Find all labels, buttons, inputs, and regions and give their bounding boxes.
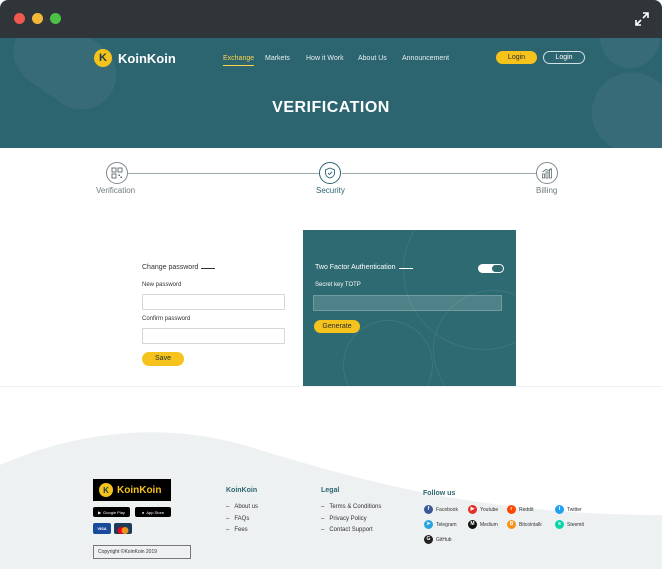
two-factor-title: Two Factor Authentication: [315, 264, 396, 271]
social-link-twitter[interactable]: t Twitter: [555, 505, 582, 514]
nav-markets[interactable]: Markets: [265, 55, 290, 62]
nav-how-it-work[interactable]: How it Work: [306, 55, 344, 62]
twitter-icon: t: [555, 505, 564, 514]
apple-icon: ●: [141, 509, 145, 515]
change-password-title: Change password: [142, 264, 199, 271]
koin-coin-icon: K: [99, 483, 113, 497]
secret-key-label: Secret key TOTP: [315, 282, 361, 288]
section-divider: [0, 386, 662, 387]
login-button[interactable]: Login: [496, 51, 537, 64]
google-play-icon: ▶: [98, 509, 102, 515]
footer-link-fees[interactable]: Fees: [226, 527, 247, 533]
secret-key-input[interactable]: [313, 295, 502, 311]
step-connector: [128, 173, 319, 174]
social-label: GitHub: [436, 536, 452, 543]
youtube-icon: ▶: [468, 505, 477, 514]
expand-icon[interactable]: [634, 11, 650, 27]
google-play-label: Google Play: [103, 509, 125, 515]
page-title: VERIFICATION: [272, 99, 390, 116]
steemit-icon: s: [555, 520, 564, 529]
footer-link-privacy[interactable]: Privacy Policy: [321, 516, 366, 522]
qr-code-icon: [111, 167, 123, 179]
brand-logo[interactable]: K KoinKoin: [94, 49, 176, 67]
close-window-button[interactable]: [14, 13, 25, 24]
reddit-icon: r: [507, 505, 516, 514]
heading-underline: [201, 268, 216, 269]
footer-logo[interactable]: K KoinKoin: [93, 479, 171, 501]
nav-announcement[interactable]: Announcement: [402, 55, 449, 62]
brand-name: KoinKoin: [118, 50, 176, 66]
nav-about-us[interactable]: About Us: [358, 55, 387, 62]
step-security[interactable]: [319, 162, 341, 184]
shield-icon: [325, 167, 335, 179]
social-link-telegram[interactable]: ➤ Telegram: [424, 520, 457, 529]
social-label: Bitcointalk: [519, 521, 542, 528]
google-play-badge[interactable]: ▶ Google Play: [93, 507, 130, 517]
footer-brand-name: KoinKoin: [117, 484, 162, 496]
social-label: Facebook: [436, 506, 458, 513]
step-billing[interactable]: [536, 162, 558, 184]
two-factor-heading: Two Factor Authentication: [315, 264, 413, 271]
confirm-password-label: Confirm password: [142, 316, 191, 322]
social-link-medium[interactable]: M Medium: [468, 520, 498, 529]
footer-link-faqs[interactable]: FAQs: [226, 516, 249, 522]
maximize-window-button[interactable]: [50, 13, 61, 24]
new-password-label: New password: [142, 282, 182, 288]
confirm-password-input[interactable]: [142, 328, 285, 344]
two-factor-panel: Two Factor Authentication Secret key TOT…: [303, 230, 516, 386]
save-button[interactable]: Save: [142, 352, 184, 366]
footer-link-terms[interactable]: Terms & Conditions: [321, 504, 381, 510]
step-label-security: Security: [316, 186, 345, 195]
window-titlebar: [0, 0, 662, 38]
github-icon: G: [424, 535, 433, 544]
step-verification[interactable]: [106, 162, 128, 184]
follow-us-heading: Follow us: [423, 490, 456, 497]
social-label: Telegram: [436, 521, 457, 528]
new-password-input[interactable]: [142, 294, 285, 310]
social-label: Reddit: [519, 506, 534, 513]
generate-button[interactable]: Generate: [314, 320, 360, 333]
footer-legal-heading: Legal: [321, 487, 340, 494]
login-outline-button[interactable]: Login: [543, 51, 585, 64]
social-link-reddit[interactable]: r Reddit: [507, 505, 533, 514]
copyright-box: Copyright ©KoinKoin 2019: [93, 545, 191, 559]
footer-link-contact-support[interactable]: Contact Support: [321, 527, 372, 533]
social-label: Steemit: [567, 521, 584, 528]
social-label: Twitter: [567, 506, 582, 513]
two-factor-toggle[interactable]: [478, 264, 504, 273]
app-store-label: App Store: [146, 509, 165, 515]
step-connector: [342, 173, 536, 174]
social-link-github[interactable]: G GitHub: [424, 535, 452, 544]
social-link-youtube[interactable]: ▶ Youtube: [468, 505, 498, 514]
footer-koinkoin-heading: KoinKoin: [226, 487, 258, 494]
footer-link-about-us[interactable]: About us: [226, 504, 258, 510]
visa-card-icon: VISA: [93, 523, 111, 534]
social-label: Youtube: [480, 506, 499, 513]
social-label: Medium: [480, 521, 498, 528]
app-store-badge[interactable]: ● App Store: [135, 507, 171, 517]
heading-underline: [398, 268, 413, 269]
step-label-verification: Verification: [96, 186, 136, 195]
telegram-icon: ➤: [424, 520, 433, 529]
minimize-window-button[interactable]: [32, 13, 43, 24]
facebook-icon: f: [424, 505, 433, 514]
change-password-heading: Change password: [142, 264, 216, 271]
nav-exchange[interactable]: Exchange: [223, 55, 255, 66]
social-link-facebook[interactable]: f Facebook: [424, 505, 458, 514]
bitcointalk-icon: B: [507, 520, 516, 529]
koin-coin-icon: K: [94, 49, 112, 67]
mastercard-icon: [114, 523, 132, 534]
medium-icon: M: [468, 520, 477, 529]
chart-icon: [542, 167, 552, 179]
social-link-bitcointalk[interactable]: B Bitcointalk: [507, 520, 542, 529]
hero-banner: K KoinKoin Exchange Markets How it Work …: [0, 38, 662, 148]
step-label-billing: Billing: [536, 186, 558, 195]
social-link-steemit[interactable]: s Steemit: [555, 520, 584, 529]
toggle-knob: [492, 265, 503, 272]
